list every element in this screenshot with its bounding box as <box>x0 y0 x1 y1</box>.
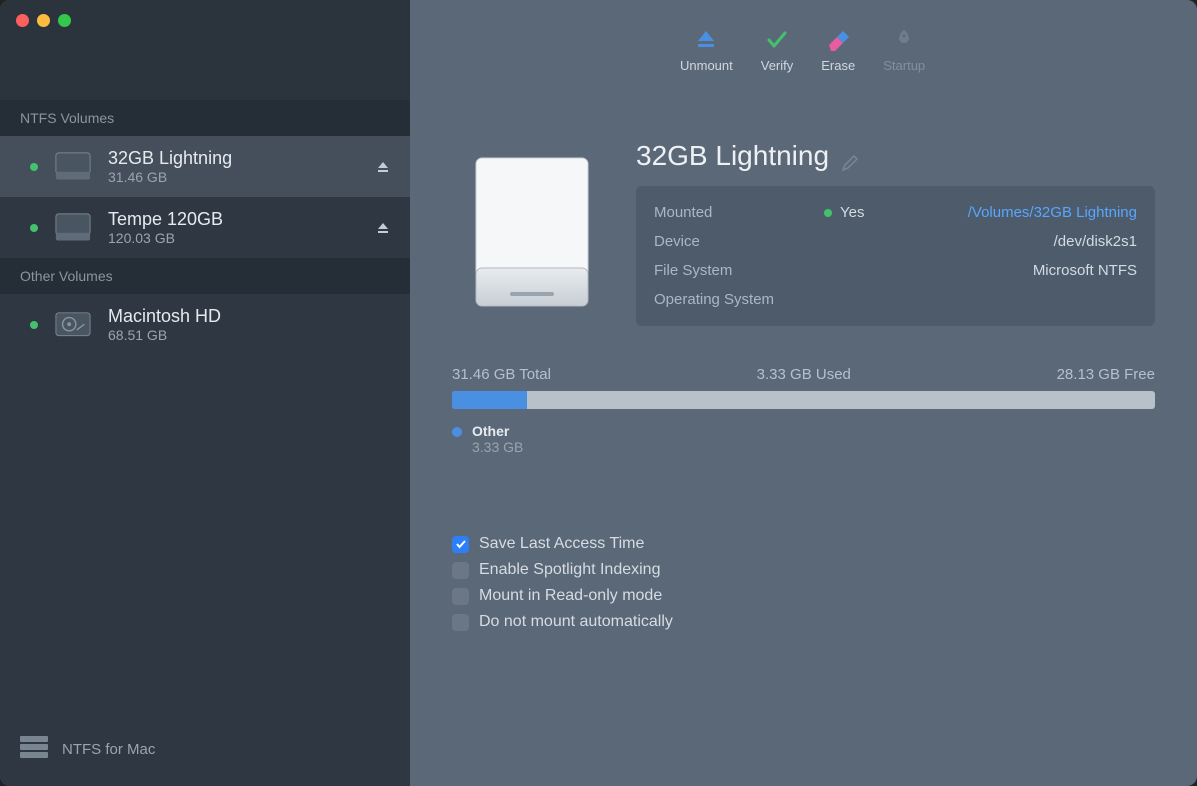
status-dot <box>30 224 38 232</box>
overview-row: 32GB Lightning Mounted Yes /Volumes/32GB… <box>452 140 1155 326</box>
option-save-access-time[interactable]: Save Last Access Time <box>452 535 1155 553</box>
rocket-icon <box>892 28 916 52</box>
verify-label: Verify <box>761 58 794 73</box>
volume-item[interactable]: Tempe 120GB 120.03 GB <box>0 197 410 258</box>
options-group: Save Last Access Time Enable Spotlight I… <box>452 535 1155 631</box>
minimize-window-button[interactable] <box>37 14 50 27</box>
volume-title-row: 32GB Lightning <box>636 140 1155 172</box>
startup-label: Startup <box>883 58 925 73</box>
volume-name: 32GB Lightning <box>108 148 360 169</box>
volume-size: 68.51 GB <box>108 327 390 343</box>
app-window: Unmount Verify Erase Startup <box>0 0 1197 786</box>
drive-icon <box>54 151 92 183</box>
toolbar: Unmount Verify Erase Startup <box>680 28 925 73</box>
erase-label: Erase <box>821 58 855 73</box>
eject-icon <box>694 28 718 52</box>
fs-value: Microsoft NTFS <box>1033 262 1137 279</box>
titlebar: Unmount Verify Erase Startup <box>0 0 1197 100</box>
check-icon <box>765 28 789 52</box>
drives-icon <box>20 736 48 762</box>
info-row-mounted: Mounted Yes /Volumes/32GB Lightning <box>654 198 1137 227</box>
option-label: Enable Spotlight Indexing <box>479 561 660 579</box>
eject-icon[interactable] <box>376 221 390 235</box>
volume-name: Tempe 120GB <box>108 209 360 230</box>
volume-item[interactable]: Macintosh HD 68.51 GB <box>0 294 410 355</box>
drive-icon <box>54 212 92 244</box>
legend-name: Other <box>472 423 523 439</box>
section-header-ntfs: NTFS Volumes <box>0 100 410 136</box>
status-dot <box>30 163 38 171</box>
checkbox-icon <box>452 614 469 631</box>
info-row-os: Operating System <box>654 285 1137 314</box>
option-label: Mount in Read-only mode <box>479 587 662 605</box>
close-window-button[interactable] <box>16 14 29 27</box>
option-label: Do not mount automatically <box>479 613 673 631</box>
volume-item[interactable]: 32GB Lightning 31.46 GB <box>0 136 410 197</box>
usage-bar <box>452 391 1155 409</box>
option-spotlight-indexing[interactable]: Enable Spotlight Indexing <box>452 561 1155 579</box>
checkbox-icon <box>452 536 469 553</box>
section-header-other: Other Volumes <box>0 258 410 294</box>
info-card: Mounted Yes /Volumes/32GB Lightning Devi… <box>636 186 1155 326</box>
legend-size: 3.33 GB <box>472 439 523 455</box>
sidebar: NTFS Volumes 32GB Lightning 31.46 GB <box>0 100 410 786</box>
usage-fill <box>452 391 527 409</box>
info-label: Device <box>654 233 824 250</box>
detail-pane: 32GB Lightning Mounted Yes /Volumes/32GB… <box>636 140 1155 326</box>
option-read-only[interactable]: Mount in Read-only mode <box>452 587 1155 605</box>
sidebar-footer: NTFS for Mac <box>0 712 410 786</box>
volume-text: Tempe 120GB 120.03 GB <box>108 209 360 246</box>
checkbox-icon <box>452 588 469 605</box>
main-panel: 32GB Lightning Mounted Yes /Volumes/32GB… <box>410 100 1197 786</box>
volume-text: 32GB Lightning 31.46 GB <box>108 148 360 185</box>
unmount-button[interactable]: Unmount <box>680 28 733 73</box>
option-label: Save Last Access Time <box>479 535 644 553</box>
info-row-device: Device /dev/disk2s1 <box>654 227 1137 256</box>
volume-name: Macintosh HD <box>108 306 390 327</box>
checkbox-icon <box>452 562 469 579</box>
usage-stats: 31.46 GB Total 3.33 GB Used 28.13 GB Fre… <box>452 366 1155 383</box>
big-drive-icon <box>452 140 612 320</box>
verify-button[interactable]: Verify <box>761 28 794 73</box>
option-no-automount[interactable]: Do not mount automatically <box>452 613 1155 631</box>
body: NTFS Volumes 32GB Lightning 31.46 GB <box>0 100 1197 786</box>
info-label: Mounted <box>654 204 824 221</box>
erase-button[interactable]: Erase <box>821 28 855 73</box>
zoom-window-button[interactable] <box>58 14 71 27</box>
volume-size: 120.03 GB <box>108 230 360 246</box>
legend-dot <box>452 427 462 437</box>
mount-path[interactable]: /Volumes/32GB Lightning <box>968 204 1137 221</box>
status-dot <box>824 209 832 217</box>
startup-button: Startup <box>883 28 925 73</box>
stat-used: 3.33 GB Used <box>757 366 851 383</box>
footer-label: NTFS for Mac <box>62 741 155 758</box>
eject-icon[interactable] <box>376 160 390 174</box>
usage-legend: Other 3.33 GB <box>452 423 1155 455</box>
erase-icon <box>826 28 850 52</box>
stat-free: 28.13 GB Free <box>1057 366 1155 383</box>
status-dot <box>30 321 38 329</box>
stat-total: 31.46 GB Total <box>452 366 551 383</box>
volume-size: 31.46 GB <box>108 169 360 185</box>
info-row-fs: File System Microsoft NTFS <box>654 256 1137 285</box>
unmount-label: Unmount <box>680 58 733 73</box>
hdd-icon <box>54 309 92 341</box>
volume-text: Macintosh HD 68.51 GB <box>108 306 390 343</box>
device-value: /dev/disk2s1 <box>1054 233 1137 250</box>
traffic-lights <box>0 0 71 27</box>
pencil-icon[interactable] <box>841 147 859 165</box>
mounted-value: Yes <box>840 204 864 221</box>
info-label: Operating System <box>654 291 824 308</box>
volume-title: 32GB Lightning <box>636 140 829 172</box>
info-label: File System <box>654 262 824 279</box>
